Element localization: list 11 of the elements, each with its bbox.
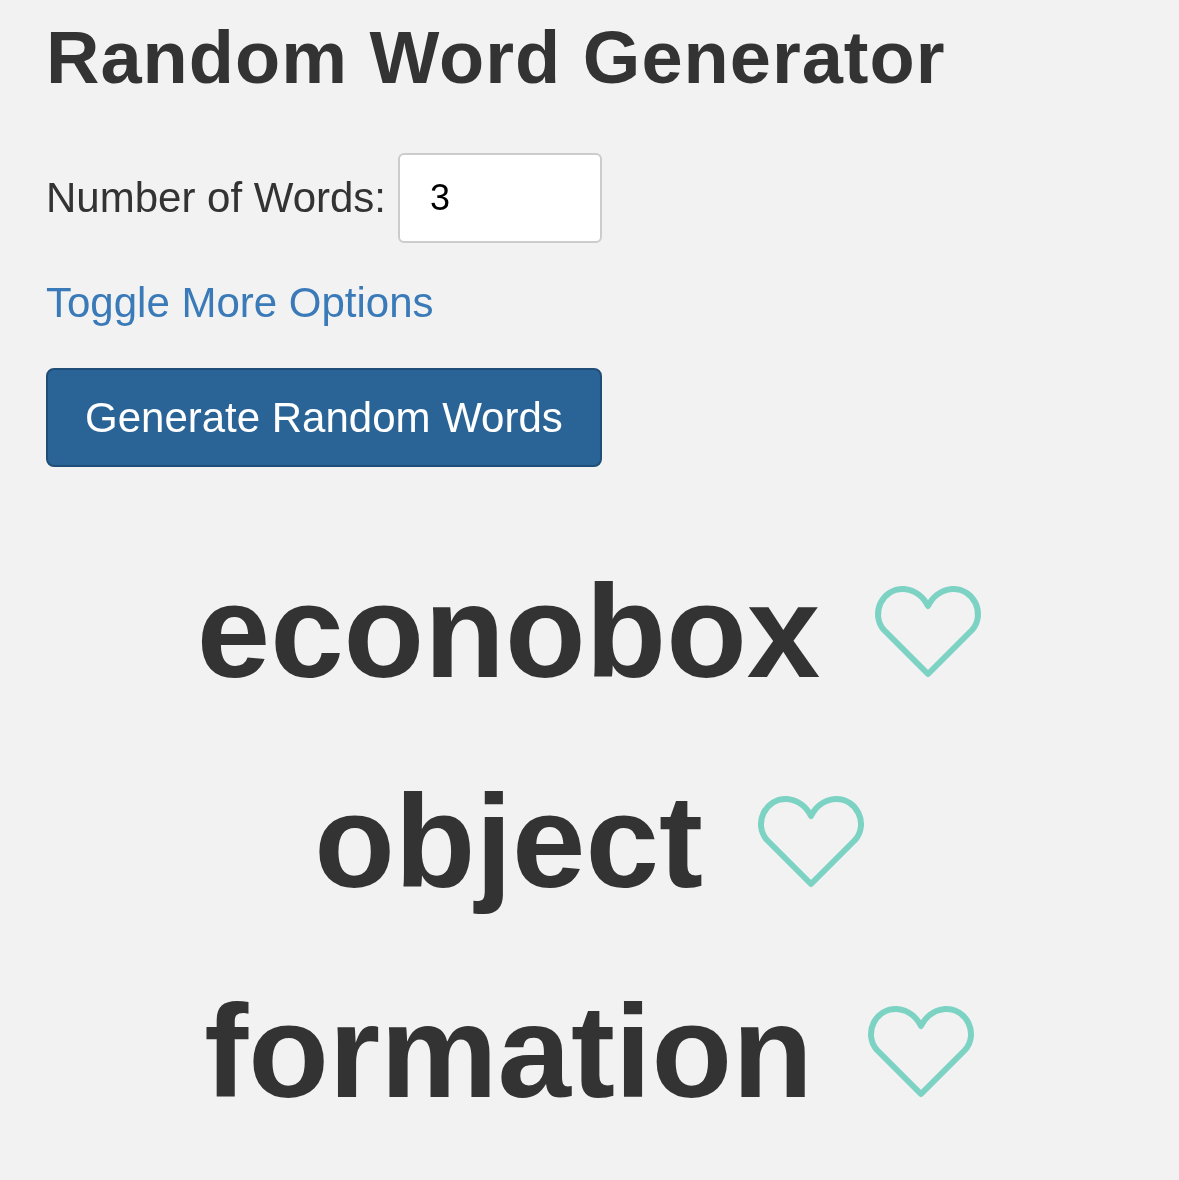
heart-icon[interactable] [874,583,983,680]
heart-icon[interactable] [866,1003,975,1100]
page-title: Random Word Generator [46,15,947,101]
random-word: econobox [196,556,821,707]
toggle-options-link[interactable]: Toggle More Options [46,270,434,334]
heart-icon[interactable] [756,793,865,890]
word-count-field[interactable]: 3 [398,152,602,243]
random-word: object [314,766,703,917]
generate-button[interactable]: Generate Random Words [46,367,602,467]
field-label: Number of Words: [46,173,386,224]
random-word: formation [204,976,813,1127]
